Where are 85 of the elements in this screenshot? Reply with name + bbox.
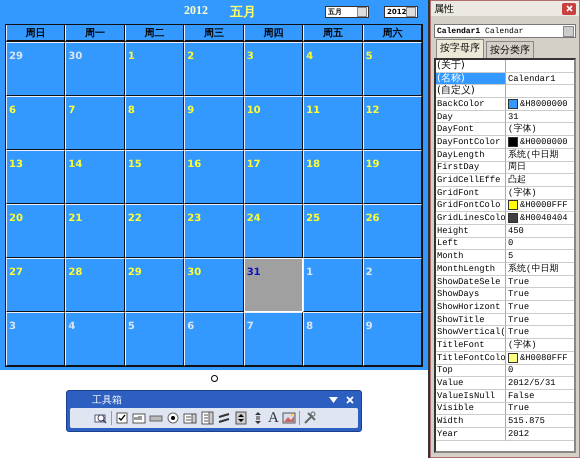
weekday-header: 周日 <box>6 25 66 42</box>
property-name[interactable]: ShowVertical( <box>436 326 506 340</box>
property-value[interactable]: True <box>508 288 530 300</box>
toolbox-title: 工具箱 <box>92 394 122 406</box>
combobox-tool-icon[interactable] <box>200 411 214 425</box>
property-value[interactable]: Calendar1 <box>508 72 556 85</box>
property-name[interactable]: Top <box>436 364 506 378</box>
property-value[interactable]: &H0000000 <box>520 136 568 148</box>
property-name[interactable]: GridFont <box>436 186 506 200</box>
property-name[interactable]: TitleFont <box>436 339 506 352</box>
property-name[interactable]: ShowTitle <box>436 314 506 326</box>
property-name[interactable]: DayFont <box>436 123 506 136</box>
spin-button-tool-icon[interactable] <box>234 411 248 425</box>
day-cell[interactable]: 31 <box>244 258 304 312</box>
calendar-month-title: 五月 <box>230 4 256 21</box>
tools-icon[interactable] <box>302 411 317 425</box>
property-value[interactable]: True <box>508 314 530 326</box>
property-value[interactable]: &H0000FFF <box>520 199 568 212</box>
property-value[interactable]: 系统(中日期 <box>508 148 558 161</box>
property-value[interactable]: 系统(中日期 <box>508 262 558 275</box>
property-name[interactable]: Month <box>436 250 506 263</box>
close-icon <box>566 5 572 12</box>
property-name[interactable]: (自定义) <box>436 85 506 98</box>
property-name[interactable]: DayFontColor <box>436 136 506 149</box>
calendar-year-title: 2012 <box>184 3 208 19</box>
property-value[interactable]: (字体) <box>508 123 537 136</box>
weekday-header: 周四 <box>244 25 304 42</box>
property-name[interactable]: GridLinesColo <box>436 212 506 225</box>
weekday-header: 周二 <box>124 25 184 42</box>
property-value[interactable]: (字体) <box>508 338 537 351</box>
property-value[interactable]: 0 <box>508 237 514 250</box>
property-value[interactable]: 凸起 <box>508 174 526 186</box>
property-value[interactable]: 31 <box>508 110 519 123</box>
weekday-header: 周六 <box>362 25 422 42</box>
property-name[interactable]: Day <box>436 110 506 124</box>
tab[interactable]: 按字母序 <box>436 39 484 58</box>
weekday-header: 周一 <box>65 25 125 42</box>
close-button[interactable] <box>562 2 576 14</box>
property-value[interactable]: True <box>508 276 530 288</box>
property-name[interactable]: Height <box>436 224 506 238</box>
property-value[interactable]: 0 <box>508 364 514 376</box>
property-name[interactable]: BackColor <box>436 98 506 111</box>
property-name[interactable]: ShowHorizont <box>436 301 506 314</box>
property-value[interactable]: &H0080FFF <box>520 352 568 364</box>
property-name[interactable]: Value <box>436 377 506 390</box>
property-value[interactable]: 450 <box>508 224 524 237</box>
property-value[interactable]: 5 <box>508 250 514 262</box>
weekday-header: 周五 <box>303 25 363 42</box>
weekday-header: 周三 <box>184 25 244 42</box>
property-value[interactable]: 周日 <box>508 161 526 174</box>
property-value[interactable]: True <box>508 300 530 313</box>
window-title: 属性 <box>434 2 454 16</box>
toggle-button-tool-icon[interactable] <box>217 411 231 425</box>
checkbox-tool-icon[interactable] <box>115 411 129 425</box>
property-value[interactable]: &H8000000 <box>520 98 568 110</box>
property-name[interactable]: FirstDay <box>436 162 506 174</box>
property-name[interactable]: TitleFontColo <box>436 352 506 364</box>
property-name[interactable]: Left <box>436 238 506 250</box>
label-tool-icon[interactable]: A <box>268 411 279 425</box>
textbox-tool-icon[interactable] <box>132 411 146 425</box>
property-value[interactable]: 2012 <box>508 428 530 440</box>
tab[interactable]: 按分类序 <box>486 41 534 58</box>
property-value[interactable]: 2012/5/31 <box>508 377 556 390</box>
listbox-tool-icon[interactable] <box>183 411 197 425</box>
object-dropdown[interactable]: Calendar1 Calendar <box>434 24 576 38</box>
property-name[interactable]: ShowDateSele <box>436 276 506 288</box>
property-value[interactable]: False <box>508 390 534 402</box>
property-value[interactable]: 515.875 <box>508 415 545 428</box>
property-value[interactable]: True <box>508 402 530 414</box>
image-tool-icon[interactable] <box>282 411 296 425</box>
property-value[interactable]: True <box>508 326 530 338</box>
property-value[interactable]: (字体) <box>508 186 537 199</box>
property-value[interactable]: &H0040404 <box>520 212 568 224</box>
resize-handle-icon[interactable] <box>211 375 218 382</box>
property-name[interactable]: Year <box>436 428 506 441</box>
property-name[interactable]: Visible <box>436 402 506 416</box>
close-icon[interactable] <box>346 396 354 404</box>
property-name[interactable]: DayLength <box>436 148 506 162</box>
property-name[interactable]: Width <box>436 415 506 428</box>
property-name[interactable]: MonthLength <box>436 263 506 276</box>
property-name[interactable]: ValueIsNull <box>436 390 506 403</box>
property-name[interactable]: ShowDays <box>436 288 506 302</box>
property-name[interactable]: GridFontColo <box>436 200 506 212</box>
option-button-tool-icon[interactable] <box>166 411 180 425</box>
property-name[interactable]: GridCellEffe <box>436 174 506 187</box>
